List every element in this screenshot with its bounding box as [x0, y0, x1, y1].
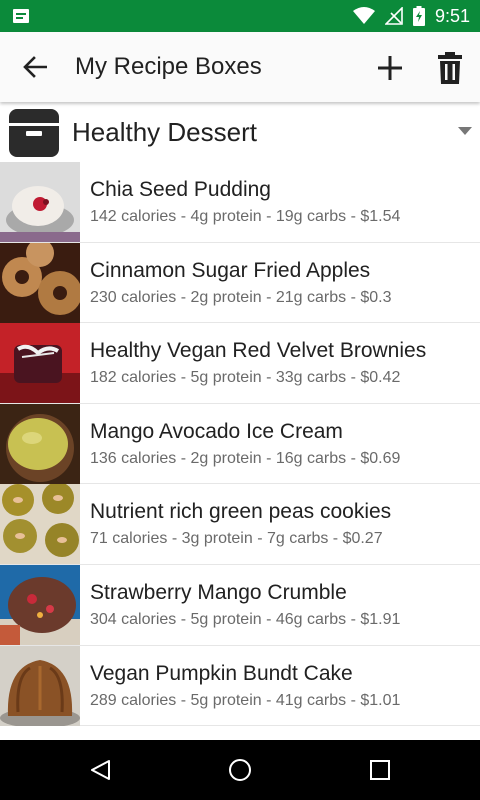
recipe-thumbnail: [0, 162, 80, 242]
status-time: 9:51: [434, 5, 470, 26]
recipe-stats: 142 calories - 4g protein - 19g carbs - …: [90, 208, 401, 225]
nav-recents-button[interactable]: [364, 754, 396, 786]
dropdown-arrow-icon[interactable]: [458, 126, 472, 136]
delete-button[interactable]: [432, 48, 468, 88]
recipe-stats: 289 calories - 5g protein - 41g carbs - …: [90, 691, 401, 709]
status-bar: 9:51: [0, 0, 480, 32]
recipe-name: Strawberry Mango Crumble: [90, 580, 347, 604]
recipe-thumbnail: [0, 564, 80, 645]
recipe-list: Chia Seed Pudding 142 calories - 4g prot…: [0, 162, 480, 727]
recipe-box-selector[interactable]: Healthy Dessert: [0, 102, 480, 162]
recipe-row[interactable]: Cinnamon Sugar Fried Apples 230 calories…: [0, 242, 480, 324]
recipe-name: Mango Avocado Ice Cream: [90, 419, 343, 443]
no-signal-icon: [384, 7, 403, 25]
page-title: My Recipe Boxes: [75, 53, 262, 80]
recipe-thumbnail: [0, 484, 80, 565]
home-circle-icon: [229, 759, 251, 781]
recipe-name: Chia Seed Pudding: [90, 178, 271, 201]
system-nav-bar: [0, 740, 480, 800]
recipe-row[interactable]: Strawberry Mango Crumble 304 calories - …: [0, 564, 480, 646]
nav-back-button[interactable]: [84, 754, 116, 786]
back-button[interactable]: [18, 52, 52, 82]
recipe-row[interactable]: Vegan Pumpkin Bundt Cake 289 calories - …: [0, 645, 480, 727]
trash-icon: [438, 52, 462, 84]
recipe-stats: 182 calories - 5g protein - 33g carbs - …: [90, 369, 401, 387]
nav-home-button[interactable]: [224, 754, 256, 786]
recipe-row[interactable]: Mango Avocado Ice Cream 136 calories - 2…: [0, 403, 480, 485]
recipe-name: Cinnamon Sugar Fried Apples: [90, 258, 371, 282]
recipe-box-icon: [9, 109, 59, 157]
recipe-name: Vegan Pumpkin Bundt Cake: [90, 661, 353, 685]
back-arrow-icon: [23, 56, 47, 78]
recipe-thumbnail: [0, 403, 80, 484]
recipe-stats: 71 calories - 3g protein - 7g carbs - $0…: [90, 530, 383, 548]
recipe-name: Healthy Vegan Red Velvet Brownies: [90, 339, 427, 363]
notification-icon: [13, 9, 29, 23]
recipe-row[interactable]: Nutrient rich green peas cookies 71 calo…: [0, 484, 480, 565]
add-button[interactable]: [372, 50, 408, 86]
recipe-thumbnail: [0, 242, 80, 323]
recipe-stats: 136 calories - 2g protein - 16g carbs - …: [90, 449, 401, 467]
recents-square-icon: [370, 760, 390, 780]
back-triangle-icon: [91, 760, 110, 780]
recipe-stats: 304 calories - 5g protein - 46g carbs - …: [90, 610, 401, 628]
battery-icon: [412, 6, 425, 26]
recipe-row[interactable]: Healthy Vegan Red Velvet Brownies 182 ca…: [0, 323, 480, 404]
recipe-box-name: Healthy Dessert: [72, 117, 257, 147]
wifi-icon: [352, 7, 375, 24]
app-bar: My Recipe Boxes: [0, 32, 480, 102]
add-icon: [378, 56, 402, 80]
recipe-thumbnail: [0, 645, 80, 726]
recipe-name: Nutrient rich green peas cookies: [90, 500, 392, 524]
recipe-thumbnail: [0, 323, 80, 404]
recipe-row[interactable]: Chia Seed Pudding 142 calories - 4g prot…: [0, 162, 480, 243]
recipe-stats: 230 calories - 2g protein - 21g carbs - …: [90, 288, 392, 306]
